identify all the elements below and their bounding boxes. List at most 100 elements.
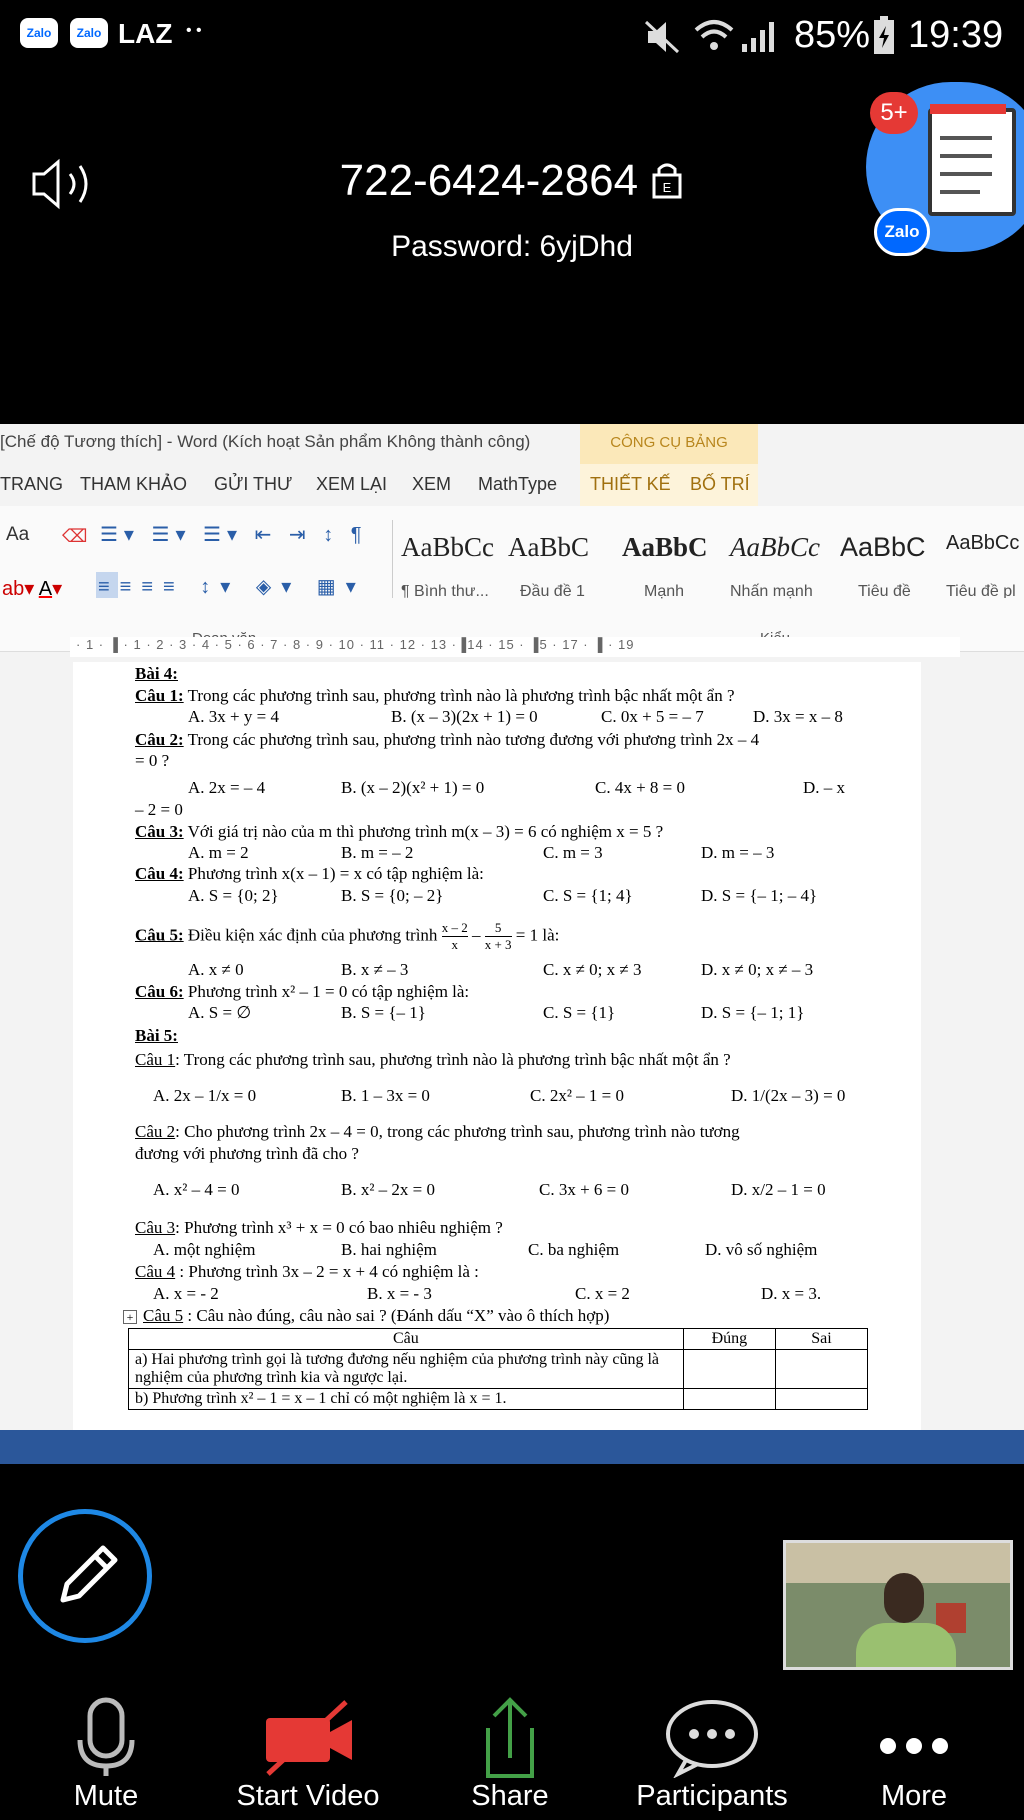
change-case-button[interactable]: Aa [6, 524, 29, 546]
start-video-label: Start Video [236, 1780, 380, 1812]
answer-option: C. ba nghiệm [528, 1240, 620, 1259]
question-label: Câu 2: [135, 730, 184, 749]
question-text: = 1 là: [511, 925, 560, 945]
table-cell[interactable] [774, 1349, 869, 1389]
align-buttons[interactable]: ≡≡≡≡ ↕▾ ◈▾ ▦▾ [98, 574, 366, 599]
answer-option: A. S = {0; 2} [188, 886, 279, 905]
answer-option: A. 2x – 1/x = 0 [153, 1086, 257, 1105]
style-emphasis[interactable]: AaBbCc Nhấn mạnh [726, 520, 836, 600]
question-label: Câu 4: [135, 864, 184, 883]
lock-icon: E [652, 163, 682, 199]
table-header: Câu [128, 1328, 684, 1350]
question-label: Câu 1: [135, 686, 184, 705]
answer-option: B. S = {– 1} [341, 1003, 426, 1022]
section-title: Bài 5: [135, 1026, 178, 1045]
question-text: : Câu nào đúng, câu nào sai ? (Đánh dấu … [183, 1306, 610, 1325]
table-cell[interactable] [682, 1349, 776, 1389]
style-title[interactable]: AaBbC Tiêu đề [838, 520, 934, 600]
table-cell[interactable]: b) Phương trình x² – 1 = x – 1 chỉ có mộ… [128, 1388, 684, 1410]
participants-label: Participants [636, 1780, 788, 1812]
ribbon: Aa ⌫ ☰▾ ☰▾ ☰▾ ⇤ ⇥ ↕ ¶ ab▾ A▾ ≡≡≡≡ ↕▾ ◈▾ … [0, 506, 1024, 652]
table-tools-label: CÔNG CỤ BẢNG [610, 434, 728, 451]
answer-option: D. – x [803, 778, 846, 797]
question-label: Câu 6: [135, 982, 184, 1001]
window-title: [Chế độ Tương thích] - Word (Kích hoạt S… [0, 432, 531, 451]
more-notifications-dots: • • [186, 22, 202, 39]
style-normal[interactable]: AaBbCc ¶ Bình thư... [392, 520, 497, 600]
tab-review[interactable]: XEM LẠI [316, 474, 387, 495]
answer-option: A. 3x + y = 4 [188, 707, 279, 726]
fraction-den: x [451, 937, 458, 952]
question-text: : Trong các phương trình sau, phương trì… [175, 1050, 731, 1069]
share-button[interactable]: Share [420, 1686, 600, 1820]
table-cell[interactable] [774, 1388, 869, 1410]
self-video-thumbnail[interactable] [783, 1540, 1013, 1670]
question-text: : Phương trình x³ + x = 0 có bao nhiêu n… [175, 1218, 503, 1237]
person-head [884, 1573, 924, 1623]
zalo-chat-bubble[interactable]: 5+ Zalo [866, 82, 1024, 256]
answer-option: C. 0x + 5 = – 7 [601, 707, 704, 726]
answer-option: B. x = - 3 [367, 1284, 432, 1303]
table-row: a) Hai phương trình gọi là tương đương n… [128, 1349, 869, 1389]
style-name: Tiêu đề [858, 583, 911, 600]
tab-mathtype[interactable]: MathType [478, 474, 557, 495]
annotate-button[interactable] [18, 1509, 152, 1643]
answer-option: A. x ≠ 0 [188, 960, 244, 979]
share-icon [486, 1697, 534, 1778]
table-move-handle-icon[interactable]: + [123, 1310, 137, 1324]
pencil-icon [60, 1545, 118, 1603]
section-title: Bài 4: [135, 664, 178, 683]
fraction-num: x – 2 [441, 920, 468, 937]
tab-references[interactable]: THAM KHẢO [80, 474, 187, 495]
laz-app-icon: LAZ [118, 18, 173, 49]
style-sample: AaBbC [508, 532, 589, 562]
answer-option: D. S = {– 1; – 4} [701, 886, 818, 905]
answer-table[interactable]: Câu Đúng Sai a) Hai phương trình gọi là … [128, 1328, 869, 1410]
question-label: Câu 4 [135, 1262, 176, 1281]
share-label: Share [471, 1780, 549, 1812]
answer-option: C. 3x + 6 = 0 [539, 1180, 630, 1199]
style-strong[interactable]: AaBbC Mạnh [618, 520, 714, 600]
wifi-icon [694, 20, 734, 50]
table-cell[interactable]: a) Hai phương trình gọi là tương đương n… [128, 1349, 684, 1389]
meeting-id-text: 722-6424-2864 [339, 156, 639, 205]
document-page[interactable]: Bài 4: Câu 1: Trong các phương trình sau… [73, 662, 921, 1430]
mute-button[interactable]: Mute [16, 1686, 196, 1820]
highlight-font-color-icon[interactable]: ab▾ A▾ [2, 576, 62, 601]
answer-option: A. S = ∅ [188, 1003, 252, 1022]
start-video-button[interactable]: Start Video [218, 1686, 398, 1820]
tab-mailings[interactable]: GỬI THƯ [214, 474, 292, 495]
table-cell[interactable] [682, 1388, 776, 1410]
table-row: b) Phương trình x² – 1 = x – 1 chỉ có mộ… [128, 1388, 869, 1410]
answer-option: C. x ≠ 0; x ≠ 3 [543, 960, 642, 979]
tab-layout[interactable]: BỐ TRÍ [690, 474, 750, 495]
ruler-ticks: · 1 · ▐ · 1 · 2 · 3 · 4 · 5 · 6 · 7 · 8 … [76, 637, 635, 652]
horizontal-ruler[interactable]: · 1 · ▐ · 1 · 2 · 3 · 4 · 5 · 6 · 7 · 8 … [70, 637, 960, 657]
table-header: Sai [774, 1328, 869, 1350]
style-name: Tiêu đề pl [946, 583, 1016, 598]
fraction: 5 x + 3 [484, 920, 512, 953]
answer-option: A. x = - 2 [153, 1284, 219, 1303]
tab-home[interactable]: TRANG [0, 474, 63, 495]
style-heading1[interactable]: AaBbC Đầu đề 1 [504, 520, 604, 600]
meeting-toolbar: Mute Start Video Share Participants More [0, 1686, 1024, 1820]
zalo-app-icon: Zalo [70, 18, 108, 48]
tab-view[interactable]: XEM [412, 474, 451, 495]
question-label: Câu 2 [135, 1122, 176, 1141]
clear-format-icon[interactable]: ⌫ [62, 526, 87, 547]
participants-button[interactable]: Participants [622, 1686, 802, 1820]
list-buttons[interactable]: ☰▾ ☰▾ ☰▾ ⇤ ⇥ ↕ ¶ [100, 522, 368, 547]
answer-option: D. 3x = x – 8 [753, 707, 843, 726]
person-body [856, 1623, 956, 1667]
answer-option: C. m = 3 [543, 843, 603, 862]
answer-option: B. (x – 3)(2x + 1) = 0 [391, 707, 538, 726]
more-button[interactable]: More [824, 1686, 1004, 1820]
battery-charging-icon [874, 16, 894, 54]
tab-design[interactable]: THIẾT KẾ [590, 474, 671, 495]
style-subtitle[interactable]: AaBbCc Tiêu đề pl [944, 520, 1024, 598]
question-text: đương với phương trình đã cho ? [135, 1144, 359, 1163]
word-status-bar [0, 1430, 1024, 1464]
mute-label: Mute [73, 1780, 139, 1812]
clipboard-icon [928, 108, 1016, 216]
answer-option: B. S = {0; – 2} [341, 886, 444, 905]
